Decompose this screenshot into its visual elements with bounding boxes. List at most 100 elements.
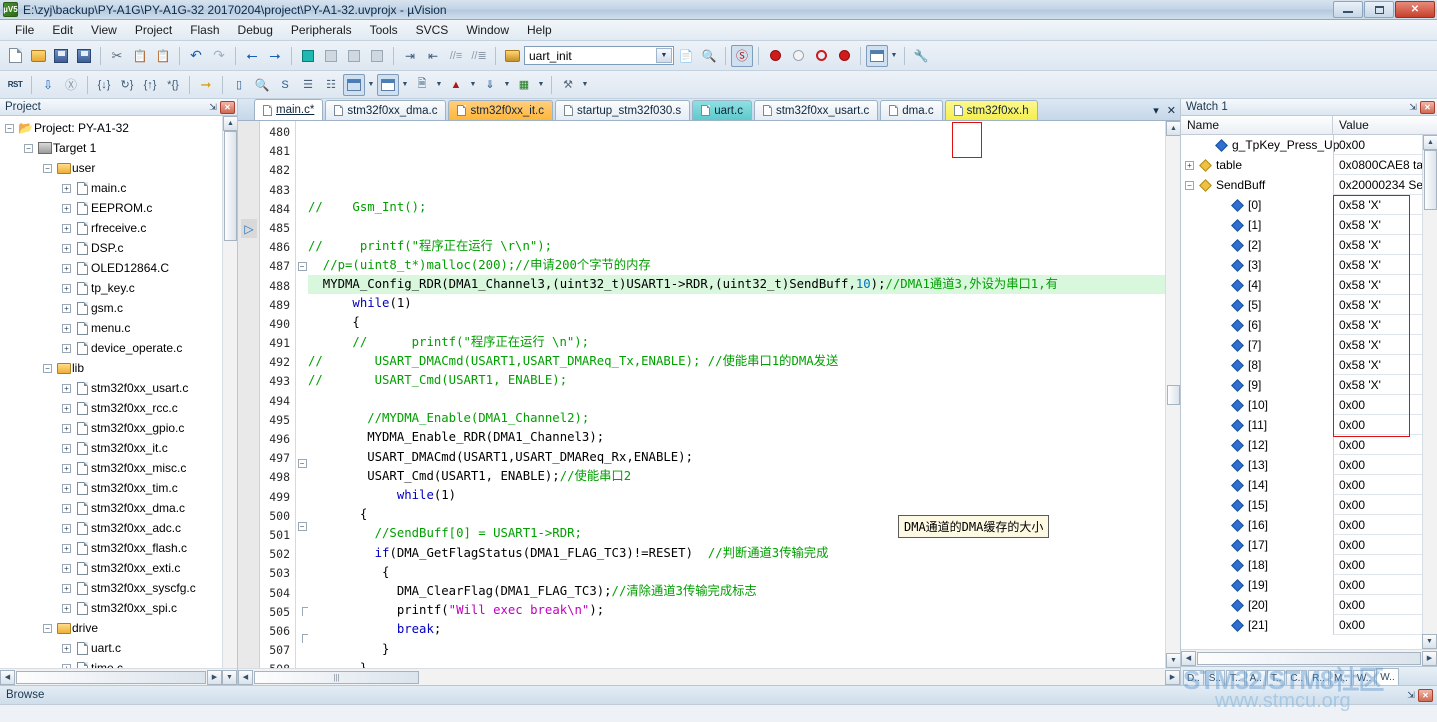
find-in-files-icon[interactable]	[501, 45, 523, 67]
watch-row[interactable]: [3] 0x58 'X'	[1181, 255, 1437, 275]
editor-tab[interactable]: dma.c	[880, 100, 943, 120]
serial-windows-icon[interactable]: 🗎	[411, 74, 433, 96]
memory-windows-chevron-icon[interactable]: ▼	[400, 74, 410, 96]
scroll-up-icon[interactable]: ▲	[1423, 135, 1437, 150]
watch-bottom-tab[interactable]: W..	[1352, 670, 1376, 685]
watch-row-name-cell[interactable]: [21]	[1181, 615, 1333, 635]
chevron-down-icon[interactable]: ▼	[656, 48, 672, 63]
scroll-thumb-h[interactable]	[1197, 651, 1421, 665]
code-line[interactable]: {	[308, 563, 1165, 582]
bookmark-toggle-icon[interactable]	[297, 45, 319, 67]
code-line[interactable]: }	[308, 640, 1165, 659]
tree-expander-icon[interactable]: +	[62, 403, 71, 413]
tree-item[interactable]: + stm32f0xx_flash.c	[0, 538, 237, 558]
scroll-thumb-h[interactable]	[16, 670, 206, 684]
tree-expander-icon[interactable]: −	[43, 363, 52, 373]
scroll-right-icon[interactable]: ▶	[207, 669, 222, 685]
watch-scroll-down[interactable]: ▼	[1422, 634, 1437, 649]
navigate-backward-icon[interactable]: ⭠	[241, 45, 263, 67]
watch-row[interactable]: [7] 0x58 'X'	[1181, 335, 1437, 355]
trace-windows-chevron-icon[interactable]: ▼	[502, 74, 512, 96]
copy-icon[interactable]: 📋	[129, 45, 151, 67]
tree-expander-icon[interactable]: +	[62, 243, 71, 253]
scroll-thumb[interactable]	[1424, 150, 1437, 210]
bookmark-prev-icon[interactable]	[320, 45, 342, 67]
code-line[interactable]: break;	[308, 620, 1165, 639]
watch-row-name-cell[interactable]: [17]	[1181, 535, 1333, 555]
watch-row-name-cell[interactable]: − SendBuff	[1181, 175, 1333, 195]
code-line[interactable]: //MYDMA_Enable(DMA1_Channel2);	[308, 409, 1165, 428]
menu-window[interactable]: Window	[457, 21, 518, 39]
step-out-icon[interactable]: {↑}	[139, 74, 161, 96]
menu-project[interactable]: Project	[126, 21, 181, 39]
fold-marker[interactable]: −	[296, 521, 308, 541]
menu-flash[interactable]: Flash	[181, 21, 228, 39]
disable-breakpoint-icon[interactable]	[787, 45, 809, 67]
run-icon[interactable]: ⇩	[37, 74, 59, 96]
system-viewer-chevron-icon[interactable]: ▼	[536, 74, 546, 96]
watch-row[interactable]: [11] 0x00	[1181, 415, 1437, 435]
fold-marker[interactable]: −	[296, 459, 308, 478]
tree-item[interactable]: + stm32f0xx_spi.c	[0, 598, 237, 618]
watch-row[interactable]: [5] 0x58 'X'	[1181, 295, 1437, 315]
code-line[interactable]: printf("Will exec break\n");	[308, 601, 1165, 620]
watch-row[interactable]: [17] 0x00	[1181, 535, 1437, 555]
watch-row-name-cell[interactable]: [20]	[1181, 595, 1333, 615]
editor-tab[interactable]: main.c*	[254, 99, 324, 120]
tree-expander-icon[interactable]: +	[62, 423, 71, 433]
watch-row[interactable]: [15] 0x00	[1181, 495, 1437, 515]
tree-item[interactable]: + time.c	[0, 658, 237, 668]
uncomment-block-icon[interactable]: //≣	[468, 45, 490, 67]
menu-view[interactable]: View	[82, 21, 126, 39]
tree-item[interactable]: − user	[0, 158, 237, 178]
paste-icon[interactable]: 📋	[152, 45, 174, 67]
watch-row[interactable]: − SendBuff 0x20000234 Senc	[1181, 175, 1437, 195]
project-tree[interactable]: − 📂 Project: PY-A1-32− Target 1− user + main.c…	[0, 116, 237, 668]
find-next-icon[interactable]: 🔍	[698, 45, 720, 67]
tree-expander-icon[interactable]: +	[62, 583, 71, 593]
watch-column-value[interactable]: Value	[1333, 116, 1437, 134]
tree-item[interactable]: + DSP.c	[0, 238, 237, 258]
memory-windows-icon[interactable]	[377, 73, 399, 96]
kill-all-breakpoints-icon[interactable]	[833, 45, 855, 67]
watch-row-name-cell[interactable]: [16]	[1181, 515, 1333, 535]
system-viewer-icon[interactable]: ▦	[513, 74, 535, 96]
watch-row[interactable]: [0] 0x58 'X'	[1181, 195, 1437, 215]
step-into-icon[interactable]: {↓}	[93, 74, 115, 96]
watch-row-name-cell[interactable]: [2]	[1181, 235, 1333, 255]
tree-expander-icon[interactable]: +	[62, 663, 71, 668]
watch-bottom-tab[interactable]: S..	[1204, 670, 1226, 685]
watch-row[interactable]: [18] 0x00	[1181, 555, 1437, 575]
scroll-thumb-h[interactable]: |||	[254, 670, 419, 684]
tree-expander-icon[interactable]: +	[62, 503, 71, 513]
watch-row-name-cell[interactable]: [0]	[1181, 195, 1333, 215]
tree-item[interactable]: + rfreceive.c	[0, 218, 237, 238]
watch-row-name-cell[interactable]: [8]	[1181, 355, 1333, 375]
tree-expander-icon[interactable]: +	[62, 283, 71, 293]
watch-expander-icon[interactable]: +	[1185, 160, 1194, 170]
watch-row-name-cell[interactable]: [15]	[1181, 495, 1333, 515]
scroll-right-icon[interactable]: ▶	[1422, 650, 1437, 666]
maximize-button[interactable]	[1364, 1, 1394, 18]
code-line[interactable]: // printf("程序正在运行 \n");	[308, 333, 1165, 352]
watch-bottom-tab[interactable]: T..	[1266, 670, 1286, 685]
watch-bottom-tab[interactable]: D..	[1183, 670, 1204, 685]
code-line[interactable]: // printf("程序正在运行 \r\n");	[308, 237, 1165, 256]
watch-row-name-cell[interactable]: [4]	[1181, 275, 1333, 295]
tree-item[interactable]: + OLED12864.C	[0, 258, 237, 278]
analysis-windows-chevron-icon[interactable]: ▼	[468, 74, 478, 96]
tree-item[interactable]: + tp_key.c	[0, 278, 237, 298]
tree-expander-icon[interactable]: −	[24, 143, 33, 153]
watch-bottom-tab[interactable]: C..	[1286, 670, 1308, 685]
watch-row-name-cell[interactable]: [13]	[1181, 455, 1333, 475]
comment-block-icon[interactable]: //≡	[445, 45, 467, 67]
call-stack-window-icon[interactable]: ☷	[320, 74, 342, 96]
watch-bottom-tab[interactable]: A..	[1245, 670, 1266, 685]
watch-row-name-cell[interactable]: [12]	[1181, 435, 1333, 455]
code-editor[interactable]: ▷ 480 481 482 483 484 485 486 487 488 489 490 491 49…	[238, 121, 1180, 668]
menu-peripherals[interactable]: Peripherals	[282, 21, 361, 39]
code-line[interactable]: while(1)	[308, 294, 1165, 313]
tree-expander-icon[interactable]: −	[5, 123, 14, 133]
tree-item[interactable]: − 📂 Project: PY-A1-32	[0, 118, 237, 138]
watch-bottom-tab[interactable]: T..	[1226, 670, 1245, 685]
